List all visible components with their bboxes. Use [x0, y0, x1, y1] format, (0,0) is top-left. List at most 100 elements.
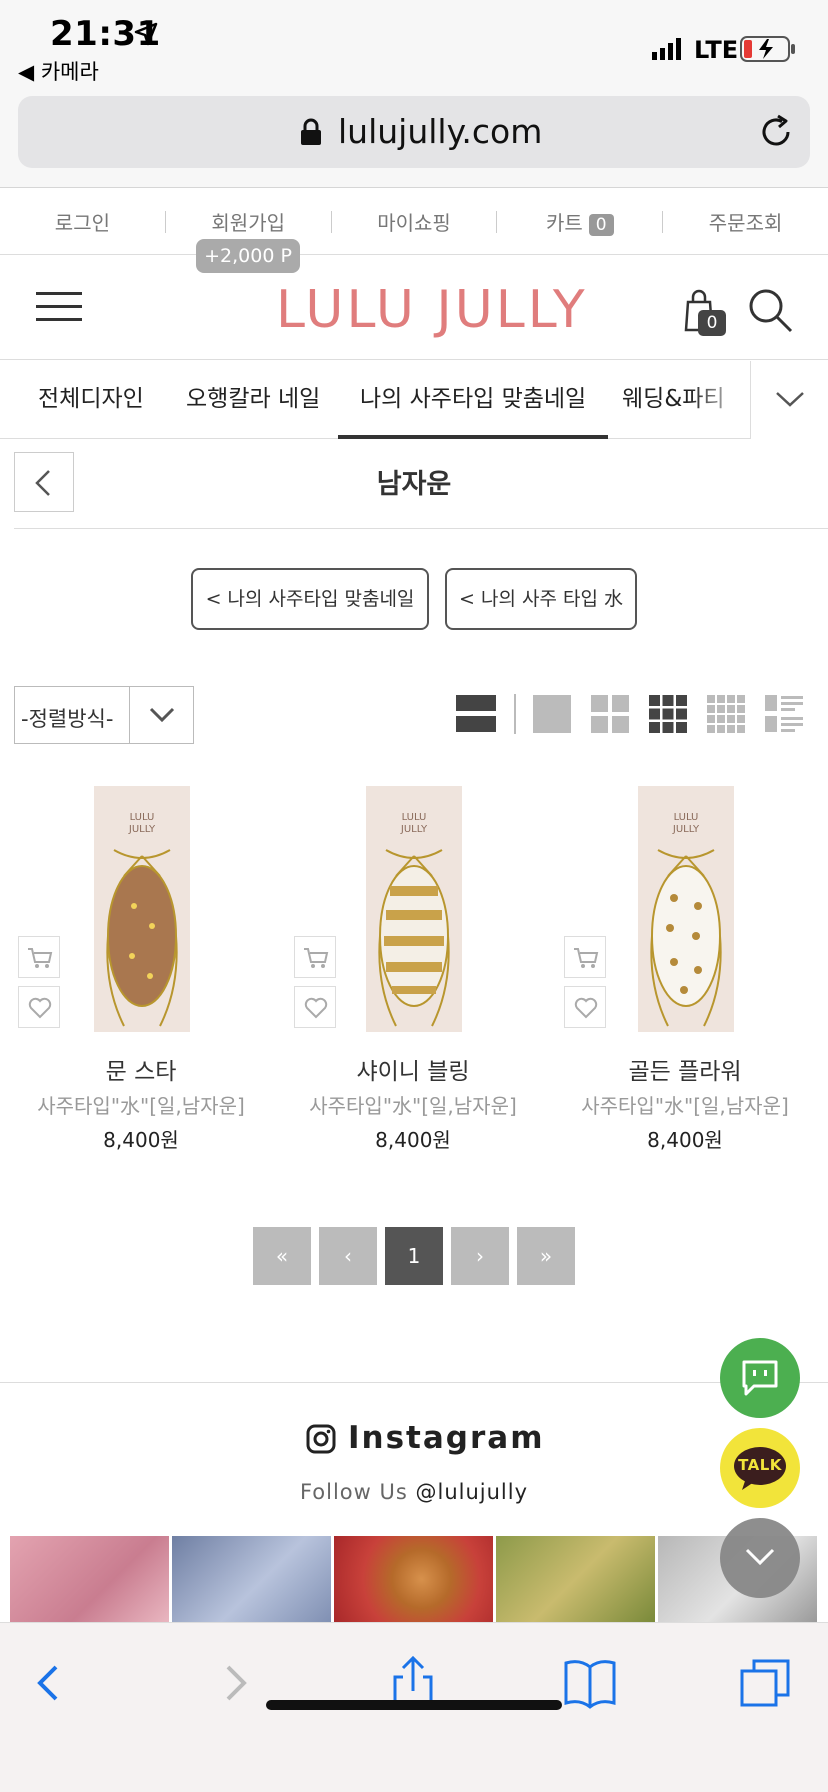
add-to-cart-button[interactable]	[564, 936, 606, 978]
category-more-button[interactable]	[750, 361, 828, 439]
instagram-title: Instagram	[348, 1420, 545, 1456]
cart-icon	[574, 948, 599, 968]
category-tab-saju[interactable]: 나의 사주타입 맞춤네일	[338, 361, 609, 439]
instagram-follow-text: Follow Us @lulujully	[0, 1480, 828, 1504]
signup-link[interactable]: 회원가입	[166, 207, 331, 236]
pagination-last-button[interactable]: »	[517, 1227, 575, 1285]
view-single-icon[interactable]	[532, 694, 572, 734]
sort-select-value: -정렬방식-	[21, 707, 114, 731]
product-image-moon-star[interactable]: LULU JULLY	[94, 786, 190, 1032]
svg-text:JULLY: JULLY	[672, 824, 700, 835]
svg-text:LULU: LULU	[130, 812, 155, 823]
page-title-bar: 남자운	[0, 440, 828, 528]
site-logo[interactable]: LULU JULLY	[276, 280, 588, 340]
svg-text:LULU: LULU	[674, 812, 699, 823]
instagram-photo[interactable]	[172, 1536, 331, 1622]
my-shopping-link[interactable]: 마이쇼핑	[332, 207, 497, 236]
instagram-handle-link[interactable]: @lulujully	[416, 1480, 529, 1504]
product-card[interactable]: LULU JULLY 샤이니 블링 사주타입"水"[일,남자운] 8,400원	[272, 784, 544, 1154]
instagram-feed	[10, 1536, 818, 1622]
category-nav: 전체디자인 오행칼라 네일 나의 사주타입 맞춤네일 웨딩&파티	[0, 361, 828, 439]
heart-icon	[28, 997, 52, 1019]
breadcrumb-saju-water[interactable]: < 나의 사주 타입 水	[445, 568, 637, 630]
pagination-prev-button[interactable]: ‹	[319, 1227, 377, 1285]
svg-text:JULLY: JULLY	[128, 824, 156, 835]
instagram-heading: Instagram	[306, 1420, 546, 1460]
forward-arrow-icon[interactable]	[206, 1655, 262, 1711]
svg-text:JULLY: JULLY	[400, 824, 428, 835]
url-text[interactable]: lulujully.com	[338, 112, 542, 151]
product-card[interactable]: LULU JULLY 골든 플라워 사주타입"水"[일,남자운] 8,400원	[544, 784, 816, 1154]
category-tab-ohaeng[interactable]: 오행칼라 네일	[186, 361, 320, 439]
product-type: 사주타입"水"[일,남자운]	[37, 1094, 245, 1118]
pagination-first-button[interactable]: «	[253, 1227, 311, 1285]
wishlist-button[interactable]	[564, 986, 606, 1028]
wishlist-button[interactable]	[294, 986, 336, 1028]
product-type: 사주타입"水"[일,남자운]	[309, 1094, 517, 1118]
network-type: LTE	[694, 36, 739, 64]
product-name[interactable]: 문 스타	[0, 1052, 282, 1086]
status-bar: 21:31 ◀ 카메라 LTE	[0, 0, 828, 90]
heart-icon	[304, 997, 328, 1019]
divider	[14, 528, 828, 529]
chat-button[interactable]	[720, 1338, 800, 1418]
category-tab-all[interactable]: 전체디자인	[38, 361, 144, 439]
chevron-down-icon	[776, 392, 804, 407]
product-price: 8,400원	[103, 1128, 179, 1152]
battery-icon	[740, 36, 795, 62]
product-card[interactable]: LULU JULLY 문 스타 사주타입"水"[일,남자운] 8,400원	[0, 784, 272, 1154]
chat-icon	[742, 1360, 778, 1396]
cart-link-label: 카트	[545, 211, 583, 235]
login-link[interactable]: 로그인	[0, 207, 165, 236]
product-price: 8,400원	[375, 1128, 451, 1152]
product-type: 사주타입"水"[일,남자운]	[581, 1094, 789, 1118]
add-to-cart-button[interactable]	[294, 936, 336, 978]
site-header: LULU JULLY 0	[0, 256, 828, 360]
view-list-large-icon[interactable]	[456, 694, 496, 734]
cart-count-badge: 0	[588, 214, 614, 236]
bag-count-badge: 0	[698, 310, 726, 336]
sort-select[interactable]: -정렬방식-	[14, 686, 194, 744]
chevron-down-icon	[745, 1548, 775, 1566]
back-to-app-link[interactable]: ◀ 카메라	[18, 56, 99, 86]
view-list-detail-icon[interactable]	[764, 694, 804, 734]
instagram-photo[interactable]	[496, 1536, 655, 1622]
menu-icon[interactable]	[36, 292, 82, 322]
product-price: 8,400원	[647, 1128, 723, 1152]
page-title: 남자운	[376, 469, 452, 500]
search-icon[interactable]	[746, 286, 794, 334]
product-image-shiny-bling[interactable]: LULU JULLY	[366, 786, 462, 1032]
browser-toolbar: lulujully.com	[0, 90, 828, 188]
instagram-photo[interactable]	[334, 1536, 493, 1622]
view-grid-2-icon[interactable]	[590, 694, 630, 734]
add-to-cart-button[interactable]	[18, 936, 60, 978]
lock-icon	[301, 118, 321, 145]
tabs-icon[interactable]	[738, 1655, 794, 1711]
divider	[0, 1382, 828, 1383]
product-name[interactable]: 골든 플라워	[544, 1052, 826, 1086]
address-bar[interactable]: lulujully.com	[18, 96, 810, 168]
instagram-photo[interactable]	[10, 1536, 169, 1622]
cart-link[interactable]: 카트 0	[497, 207, 662, 236]
bookmarks-icon[interactable]	[562, 1655, 618, 1711]
kakao-talk-button[interactable]: TALK	[720, 1428, 800, 1508]
kakao-talk-label: TALK	[738, 1456, 782, 1474]
follow-prefix: Follow Us	[299, 1480, 408, 1504]
view-grid-3-icon[interactable]	[648, 694, 688, 734]
product-image-golden-flower[interactable]: LULU JULLY	[638, 786, 734, 1032]
view-grid-4-icon[interactable]	[706, 694, 746, 734]
order-lookup-link[interactable]: 주문조회	[663, 207, 828, 236]
cellular-signal-icon	[652, 38, 681, 60]
chevron-down-icon	[149, 707, 175, 723]
reload-icon[interactable]	[758, 114, 794, 150]
pagination-next-button[interactable]: ›	[451, 1227, 509, 1285]
pagination-page-1[interactable]: 1	[385, 1227, 443, 1285]
svg-text:LULU: LULU	[402, 812, 427, 823]
top-links: 로그인 회원가입 마이쇼핑 카트 0 주문조회	[0, 189, 828, 255]
breadcrumb-saju-nail[interactable]: < 나의 사주타입 맞춤네일	[191, 568, 429, 630]
product-name[interactable]: 샤이니 블링	[272, 1052, 554, 1086]
wishlist-button[interactable]	[18, 986, 60, 1028]
scroll-down-button[interactable]	[720, 1518, 800, 1598]
back-arrow-icon[interactable]	[22, 1655, 78, 1711]
heart-icon	[574, 997, 598, 1019]
